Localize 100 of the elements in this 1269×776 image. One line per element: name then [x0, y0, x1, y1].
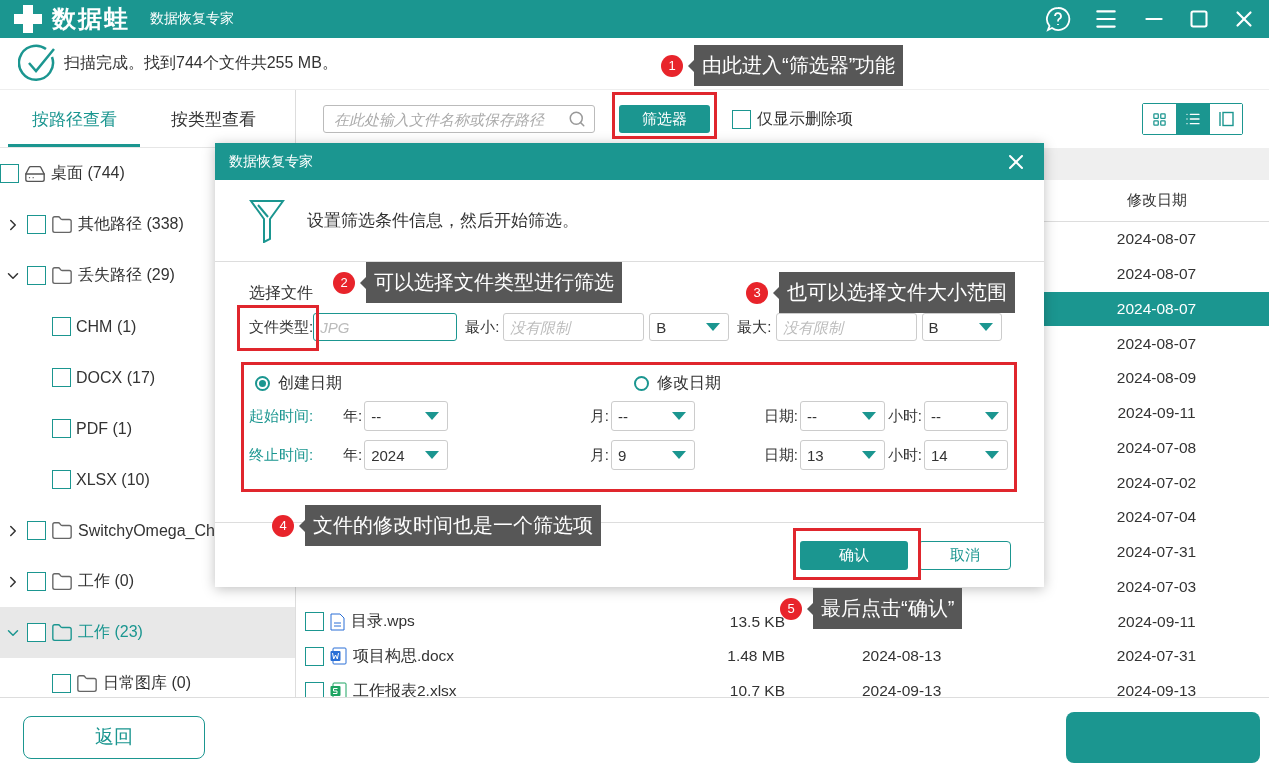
- range-label: 终止时间:: [249, 445, 315, 465]
- radio-button[interactable]: [255, 375, 270, 391]
- back-button[interactable]: 返回: [23, 715, 205, 759]
- time-select[interactable]: --: [924, 401, 1008, 431]
- field-label: 年:: [343, 445, 363, 465]
- filter-button[interactable]: 筛选器: [619, 105, 710, 133]
- modified-date[interactable]: 2024-08-09: [1116, 369, 1197, 388]
- modified-date[interactable]: 2024-08-07: [1116, 230, 1197, 249]
- tree-label: 日常图库 (0): [103, 673, 191, 693]
- folder-icon: [76, 672, 98, 695]
- caret-icon: [985, 412, 999, 420]
- caret-icon: [425, 412, 440, 420]
- checkbox[interactable]: [52, 470, 71, 489]
- radio-label: 创建日期: [278, 372, 342, 393]
- step-number: 1: [661, 54, 683, 77]
- modified-date[interactable]: 2024-07-02: [1116, 473, 1197, 492]
- modified-date[interactable]: 2024-07-08: [1116, 438, 1197, 457]
- checkbox[interactable]: [305, 681, 324, 697]
- max-size-field[interactable]: 没有限制: [775, 313, 917, 341]
- modified-date[interactable]: 2024-07-31: [1116, 647, 1197, 666]
- file-size: 10.7 KB: [729, 682, 785, 697]
- annotation-callout: 也可以选择文件大小范围: [779, 272, 1015, 313]
- file-name: 目录.wps: [351, 611, 415, 632]
- modified-date[interactable]: 2024-07-04: [1116, 508, 1197, 527]
- folder-icon: [51, 519, 73, 542]
- checkbox[interactable]: [305, 646, 324, 666]
- checkbox[interactable]: [27, 623, 46, 642]
- unit-select[interactable]: B: [921, 313, 1002, 341]
- modified-date[interactable]: 2024-08-07: [1116, 334, 1197, 353]
- time-select[interactable]: --: [800, 401, 885, 431]
- unit-select[interactable]: B: [649, 313, 730, 341]
- time-select[interactable]: 9: [611, 440, 695, 470]
- modified-date[interactable]: 2024-07-31: [1116, 543, 1197, 562]
- dialog-title: 数据恢复专家: [229, 152, 313, 171]
- section-title: 选择文件: [249, 283, 313, 303]
- time-select[interactable]: --: [364, 401, 449, 431]
- tree-item[interactable]: 日常图库 (0): [0, 658, 295, 697]
- tree-label: PDF (1): [76, 419, 132, 438]
- modified-date[interactable]: 2024-07-03: [1116, 577, 1197, 596]
- modified-date[interactable]: 2024-08-07: [1116, 265, 1197, 284]
- modified-date[interactable]: 2024-09-13: [1116, 682, 1197, 697]
- field-label: 日期:: [763, 406, 798, 426]
- tree-item[interactable]: 其他路径 (338): [0, 199, 295, 250]
- time-select[interactable]: 14: [924, 440, 1008, 470]
- recover-button[interactable]: [1066, 711, 1260, 763]
- caret-icon: [672, 451, 686, 459]
- view-mode-button[interactable]: [1209, 104, 1242, 134]
- check-circle-icon: [18, 43, 58, 84]
- radio-button[interactable]: [634, 375, 649, 391]
- field-label: 月:: [589, 406, 609, 426]
- tree-label: 其他路径 (338): [78, 214, 184, 234]
- cancel-button[interactable]: 取消: [918, 540, 1011, 570]
- checkbox-label: 仅显示删除项: [757, 108, 853, 129]
- confirm-button[interactable]: 确认: [800, 540, 908, 570]
- checkbox[interactable]: [0, 164, 19, 183]
- field-label: 小时:: [887, 406, 922, 426]
- time-select[interactable]: 13: [800, 440, 885, 470]
- checkbox[interactable]: [52, 674, 71, 693]
- search-field[interactable]: 在此处输入文件名称或保存路径: [323, 105, 595, 133]
- checkbox[interactable]: [305, 612, 324, 632]
- file-type-field[interactable]: JPG: [313, 313, 458, 341]
- folder-icon: [51, 213, 73, 236]
- caret-icon: [672, 412, 686, 420]
- checkbox[interactable]: [52, 368, 71, 387]
- scan-status: 扫描完成。找到744个文件共255 MB。: [64, 53, 338, 73]
- list-view-icon: [1185, 111, 1201, 127]
- checkbox[interactable]: [52, 419, 71, 438]
- field-label: 月:: [589, 445, 609, 465]
- modified-date[interactable]: 2024-09-11: [1117, 404, 1196, 423]
- tree-label: CHM (1): [76, 317, 137, 336]
- modified-date[interactable]: 2024-09-11: [1117, 612, 1196, 631]
- min-size-field[interactable]: 没有限制: [503, 313, 645, 341]
- annotation-callout: 由此进入“筛选器”功能: [694, 45, 904, 86]
- created-date: 2024-08-13: [861, 647, 943, 666]
- checkbox[interactable]: [27, 521, 46, 540]
- caret-icon: [978, 323, 993, 331]
- checkbox[interactable]: [732, 109, 751, 129]
- folder-icon: [51, 621, 73, 644]
- checkbox[interactable]: [27, 572, 46, 591]
- preview-pane-icon: [1218, 111, 1234, 127]
- view-tab[interactable]: 按路径查看: [8, 90, 140, 147]
- tree-label: 丢失路径 (29): [78, 265, 175, 285]
- radio-label: 修改日期: [657, 372, 721, 393]
- checkbox[interactable]: [27, 215, 46, 234]
- checkbox[interactable]: [27, 266, 46, 285]
- dialog-intro: 设置筛选条件信息，然后开始筛选。: [307, 210, 579, 232]
- annotation-callout: 文件的修改时间也是一个筛选项: [305, 505, 601, 546]
- time-select[interactable]: 2024: [364, 440, 449, 470]
- annotation-callout: 可以选择文件类型进行筛选: [366, 262, 622, 303]
- maximize-icon[interactable]: [1189, 9, 1209, 29]
- view-mode-button[interactable]: [1176, 104, 1209, 134]
- time-select[interactable]: --: [611, 401, 695, 431]
- logo-icon: [12, 3, 44, 35]
- tree-label: 桌面 (744): [51, 163, 125, 183]
- help-icon[interactable]: [1045, 6, 1071, 32]
- view-tab[interactable]: 按类型查看: [140, 90, 286, 147]
- modified-date[interactable]: 2024-08-07: [1116, 299, 1197, 318]
- tree-item[interactable]: 工作 (0): [0, 556, 295, 607]
- field-label: 最小:: [465, 317, 500, 337]
- checkbox[interactable]: [52, 317, 71, 336]
